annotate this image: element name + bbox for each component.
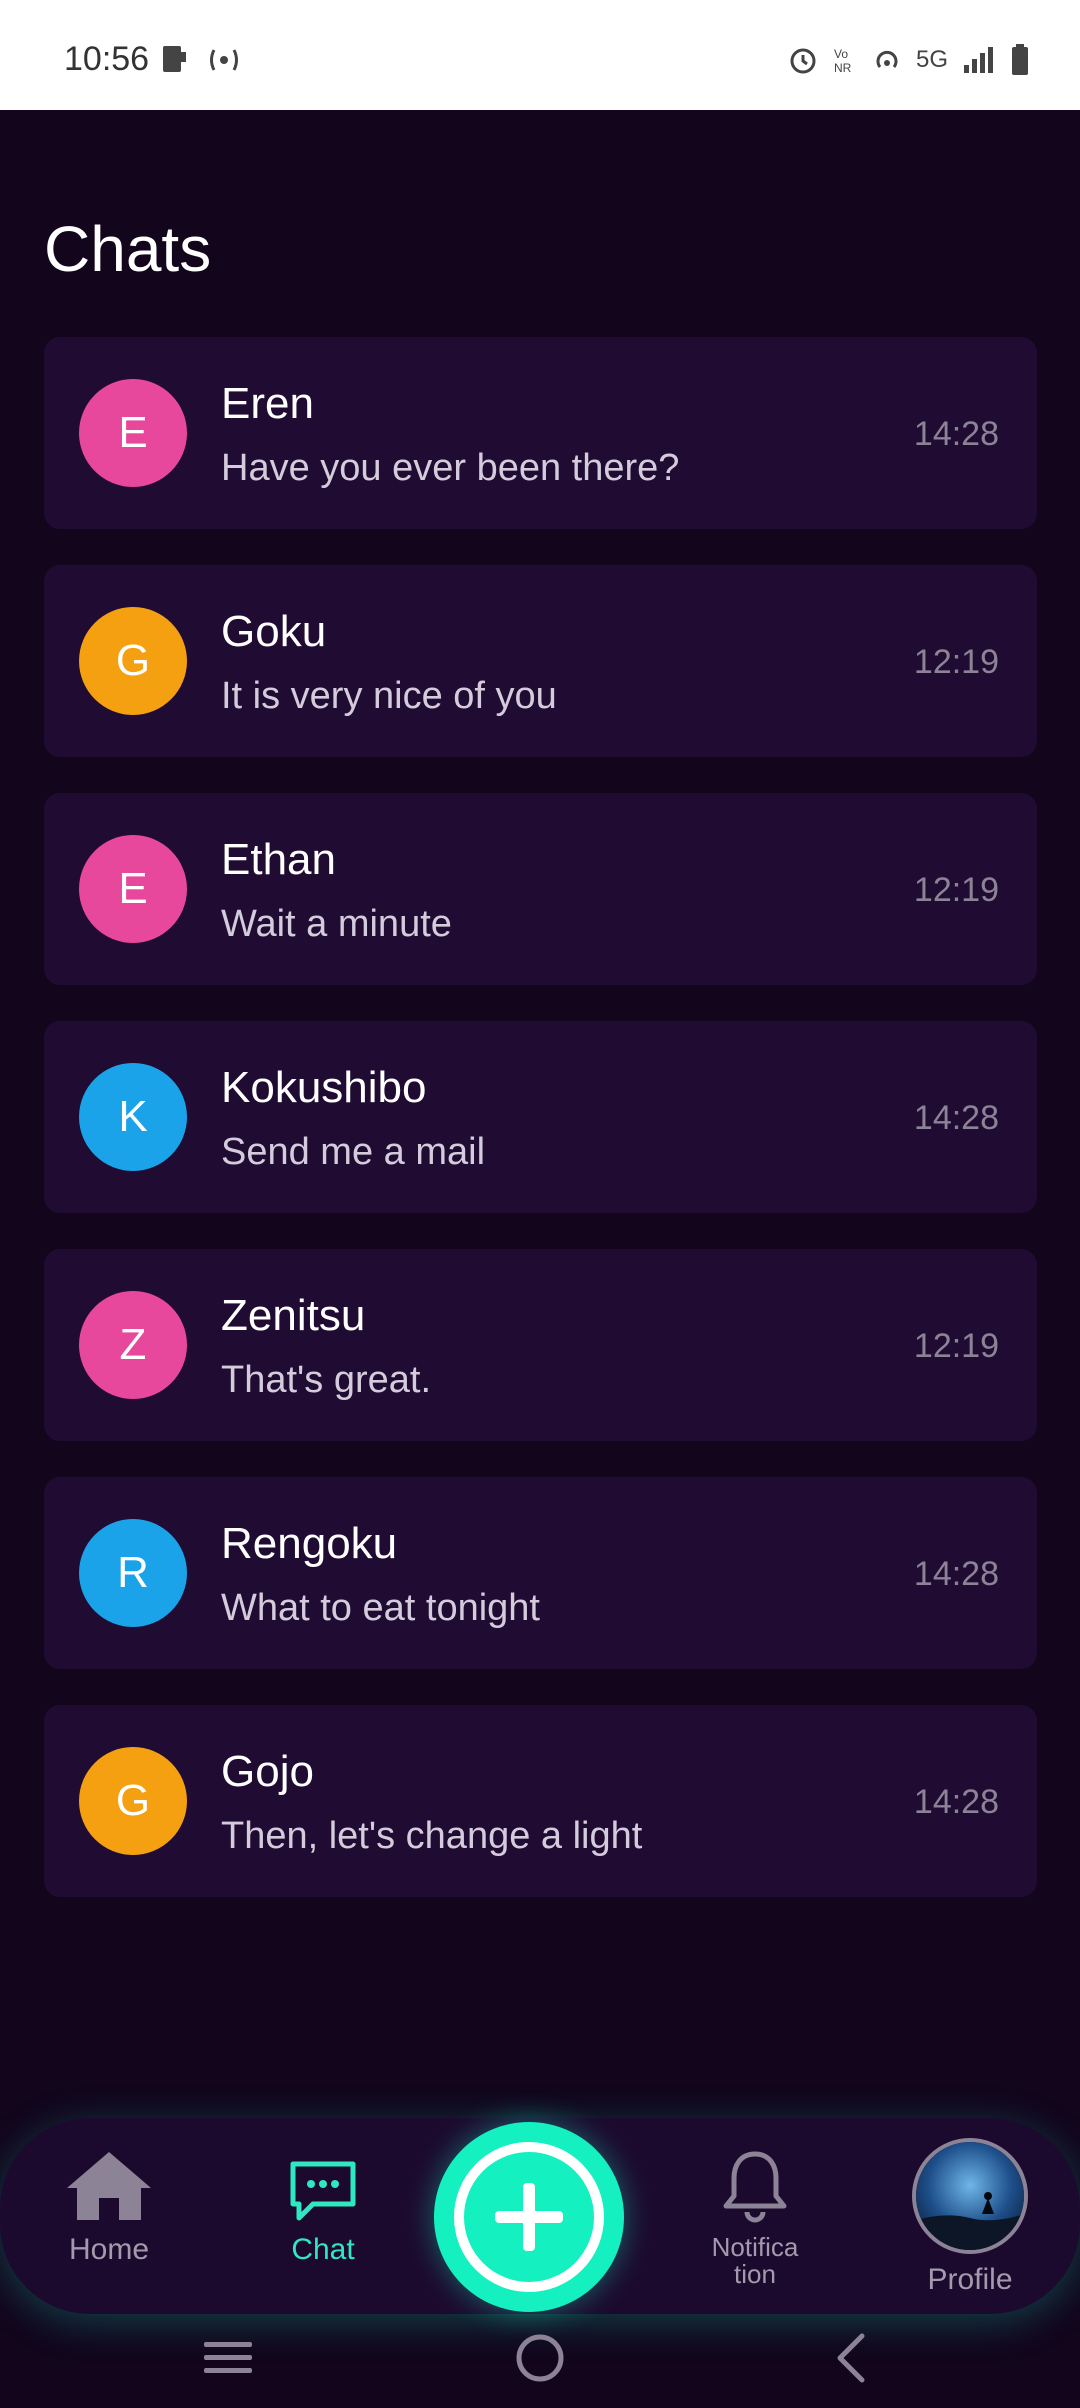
wireless-icon [210,49,238,71]
chat-time: 12:19 [913,1327,999,1365]
chat-item[interactable]: R Rengoku What to eat tonight 14:28 [44,1477,1037,1669]
nav-profile-label: Profile [927,2263,1013,2296]
avatar: R [79,1519,187,1627]
avatar: K [79,1063,187,1171]
chat-preview: That's great. [221,1359,432,1401]
chat-name: Kokushibo [221,1063,427,1112]
chat-list: E Eren Have you ever been there? 14:28 G… [44,337,1037,1933]
alarm-icon [790,48,816,74]
chat-time: 14:28 [913,1099,999,1137]
profile-picture-icon [916,2142,1024,2250]
chat-item[interactable]: Z Zenitsu That's great. 12:19 [44,1249,1037,1441]
signal-icon [964,47,993,73]
nav-notification-label: Notification [711,2232,799,2290]
chat-preview: Wait a minute [221,903,452,945]
recent-apps-icon[interactable] [202,2332,254,2384]
home-circle-icon[interactable] [514,2332,566,2384]
avatar: G [79,607,187,715]
chat-item[interactable]: G Goku It is very nice of you 12:19 [44,565,1037,757]
chat-time: 14:28 [913,1555,999,1593]
home-icon [67,2152,151,2220]
hotspot-icon [876,50,898,68]
network-label: 5G [915,46,948,73]
chat-time: 12:19 [913,871,999,909]
chat-name: Rengoku [221,1519,398,1568]
back-icon[interactable] [832,2332,872,2384]
nav-home[interactable]: Home [54,2148,164,2266]
nav-notification[interactable]: Notification [690,2148,820,2289]
svg-text:NR: NR [834,61,852,75]
bell-icon [723,2151,787,2223]
sim-icon [163,46,186,72]
avatar: E [79,379,187,487]
chat-item[interactable]: E Eren Have you ever been there? 14:28 [44,337,1037,529]
avatar: E [79,835,187,943]
chat-preview: Then, let's change a light [221,1815,643,1857]
volte-icon: Vo NR [834,47,852,75]
page-title: Chats [44,213,212,285]
new-chat-button[interactable] [434,2122,624,2312]
chat-preview: Have you ever been there? [221,447,680,489]
nav-profile[interactable]: Profile [910,2138,1030,2296]
chat-item[interactable]: E Ethan Wait a minute 12:19 [44,793,1037,985]
avatar: Z [79,1291,187,1399]
status-bar: 10:56 Vo NR 5G [0,0,1080,110]
chat-name: Gojo [221,1747,314,1796]
chat-time: 14:28 [913,1783,999,1821]
nav-home-label: Home [68,2233,150,2266]
plus-icon [495,2183,563,2251]
profile-avatar [912,2138,1028,2254]
chat-preview: What to eat tonight [221,1587,540,1629]
nav-chat[interactable]: Chat [268,2158,378,2266]
chat-preview: Send me a mail [221,1131,486,1173]
status-time: 10:56 [64,40,150,78]
status-left-icons [160,44,242,74]
status-right-icons: Vo NR 5G [788,44,1030,76]
chat-name: Ethan [221,835,336,884]
fab-ring [454,2142,604,2292]
nav-chat-label: Chat [291,2233,355,2266]
chat-name: Eren [221,379,314,428]
chat-item[interactable]: G Gojo Then, let's change a light 14:28 [44,1705,1037,1897]
battery-icon [1012,44,1028,75]
system-nav-bar [0,2318,1080,2408]
chat-name: Zenitsu [221,1291,366,1340]
chat-bubble-icon [290,2161,356,2221]
chat-time: 14:28 [913,415,999,453]
avatar: G [79,1747,187,1855]
chat-time: 12:19 [913,643,999,681]
chat-preview: It is very nice of you [221,675,557,717]
chat-name: Goku [221,607,327,656]
svg-text:Vo: Vo [834,47,848,61]
chat-item[interactable]: K Kokushibo Send me a mail 14:28 [44,1021,1037,1213]
